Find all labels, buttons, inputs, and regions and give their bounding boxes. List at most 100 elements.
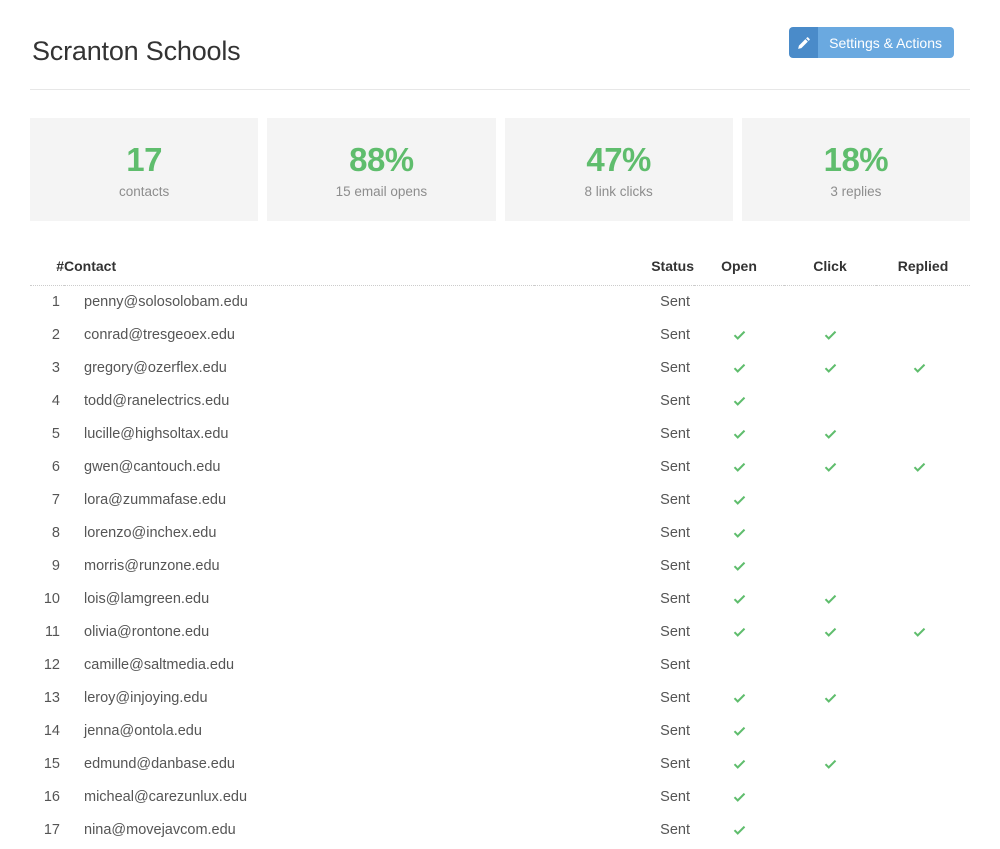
contact-email: camille@saltmedia.edu [64, 649, 534, 682]
table-row[interactable]: 7lora@zummafase.eduSent [30, 484, 970, 517]
table-row[interactable]: 5lucille@highsoltax.eduSent [30, 418, 970, 451]
column-header-contact: Contact [64, 258, 534, 286]
status-value: Sent [534, 385, 694, 418]
check-icon [823, 361, 838, 376]
contact-email: olivia@rontone.edu [64, 616, 534, 649]
replied-cell [876, 286, 970, 320]
status-value: Sent [534, 814, 694, 847]
table-header-row: # Contact Status Open Click Replied [30, 258, 970, 286]
stat-card-contacts: 17 contacts [30, 118, 258, 221]
row-number: 14 [30, 715, 64, 748]
open-cell [694, 814, 784, 847]
check-icon [732, 460, 747, 475]
contacts-table-body: 1penny@solosolobam.eduSent2conrad@tresge… [30, 286, 970, 848]
open-cell [694, 286, 784, 320]
table-row[interactable]: 12camille@saltmedia.eduSent [30, 649, 970, 682]
contact-email: edmund@danbase.edu [64, 748, 534, 781]
check-icon [823, 427, 838, 442]
row-number: 6 [30, 451, 64, 484]
table-row[interactable]: 1penny@solosolobam.eduSent [30, 286, 970, 320]
replied-cell [876, 616, 970, 649]
table-row[interactable]: 13leroy@injoying.eduSent [30, 682, 970, 715]
check-icon [823, 757, 838, 772]
contact-email: penny@solosolobam.edu [64, 286, 534, 320]
stat-value: 88% [349, 141, 414, 180]
status-value: Sent [534, 484, 694, 517]
settings-and-actions-label[interactable]: Settings & Actions [818, 27, 954, 58]
status-value: Sent [534, 781, 694, 814]
click-cell [784, 550, 876, 583]
check-icon [732, 592, 747, 607]
replied-cell [876, 748, 970, 781]
contact-email: gwen@cantouch.edu [64, 451, 534, 484]
contact-email: nina@movejavcom.edu [64, 814, 534, 847]
settings-and-actions-button[interactable]: Settings & Actions [789, 27, 954, 58]
row-number: 16 [30, 781, 64, 814]
table-row[interactable]: 10lois@lamgreen.eduSent [30, 583, 970, 616]
check-icon [732, 559, 747, 574]
stat-card-email-opens: 88% 15 email opens [267, 118, 495, 221]
open-cell [694, 451, 784, 484]
contact-email: morris@runzone.edu [64, 550, 534, 583]
contacts-table-head: # Contact Status Open Click Replied [30, 258, 970, 286]
table-row[interactable]: 2conrad@tresgeoex.eduSent [30, 319, 970, 352]
click-cell [784, 319, 876, 352]
click-cell [784, 748, 876, 781]
row-number: 4 [30, 385, 64, 418]
click-cell [784, 715, 876, 748]
column-header-open: Open [694, 258, 784, 286]
click-cell [784, 451, 876, 484]
stats-row: 17 contacts 88% 15 email opens 47% 8 lin… [30, 118, 970, 221]
open-cell [694, 649, 784, 682]
page-title: Scranton Schools [32, 38, 240, 65]
table-row[interactable]: 9morris@runzone.eduSent [30, 550, 970, 583]
contact-email: lorenzo@inchex.edu [64, 517, 534, 550]
check-icon [823, 625, 838, 640]
replied-cell [876, 715, 970, 748]
row-number: 7 [30, 484, 64, 517]
contact-email: micheal@carezunlux.edu [64, 781, 534, 814]
table-row[interactable]: 8lorenzo@inchex.eduSent [30, 517, 970, 550]
table-row[interactable]: 3gregory@ozerflex.eduSent [30, 352, 970, 385]
status-value: Sent [534, 550, 694, 583]
click-cell [784, 484, 876, 517]
check-icon [732, 526, 747, 541]
table-row[interactable]: 11olivia@rontone.eduSent [30, 616, 970, 649]
replied-cell [876, 484, 970, 517]
contact-email: jenna@ontola.edu [64, 715, 534, 748]
open-cell [694, 352, 784, 385]
stat-card-link-clicks: 47% 8 link clicks [505, 118, 733, 221]
table-row[interactable]: 16micheal@carezunlux.eduSent [30, 781, 970, 814]
table-row[interactable]: 14jenna@ontola.eduSent [30, 715, 970, 748]
table-row[interactable]: 4todd@ranelectrics.eduSent [30, 385, 970, 418]
click-cell [784, 517, 876, 550]
table-row[interactable]: 15edmund@danbase.eduSent [30, 748, 970, 781]
check-icon [912, 361, 927, 376]
status-value: Sent [534, 352, 694, 385]
click-cell [784, 418, 876, 451]
open-cell [694, 748, 784, 781]
table-row[interactable]: 17nina@movejavcom.eduSent [30, 814, 970, 847]
check-icon [732, 691, 747, 706]
contact-email: conrad@tresgeoex.edu [64, 319, 534, 352]
open-cell [694, 550, 784, 583]
check-icon [823, 592, 838, 607]
check-icon [732, 823, 747, 838]
stat-value: 17 [126, 141, 162, 180]
replied-cell [876, 781, 970, 814]
pencil-icon[interactable] [789, 27, 818, 58]
contact-email: gregory@ozerflex.edu [64, 352, 534, 385]
replied-cell [876, 682, 970, 715]
contacts-table: # Contact Status Open Click Replied 1pen… [30, 258, 970, 847]
table-row[interactable]: 6gwen@cantouch.eduSent [30, 451, 970, 484]
row-number: 15 [30, 748, 64, 781]
open-cell [694, 682, 784, 715]
stat-label: 8 link clicks [584, 185, 652, 199]
click-cell [784, 385, 876, 418]
check-icon [823, 691, 838, 706]
contacts-table-container: # Contact Status Open Click Replied 1pen… [30, 258, 970, 847]
check-icon [823, 460, 838, 475]
click-cell [784, 781, 876, 814]
stat-card-replies: 18% 3 replies [742, 118, 970, 221]
row-number: 12 [30, 649, 64, 682]
